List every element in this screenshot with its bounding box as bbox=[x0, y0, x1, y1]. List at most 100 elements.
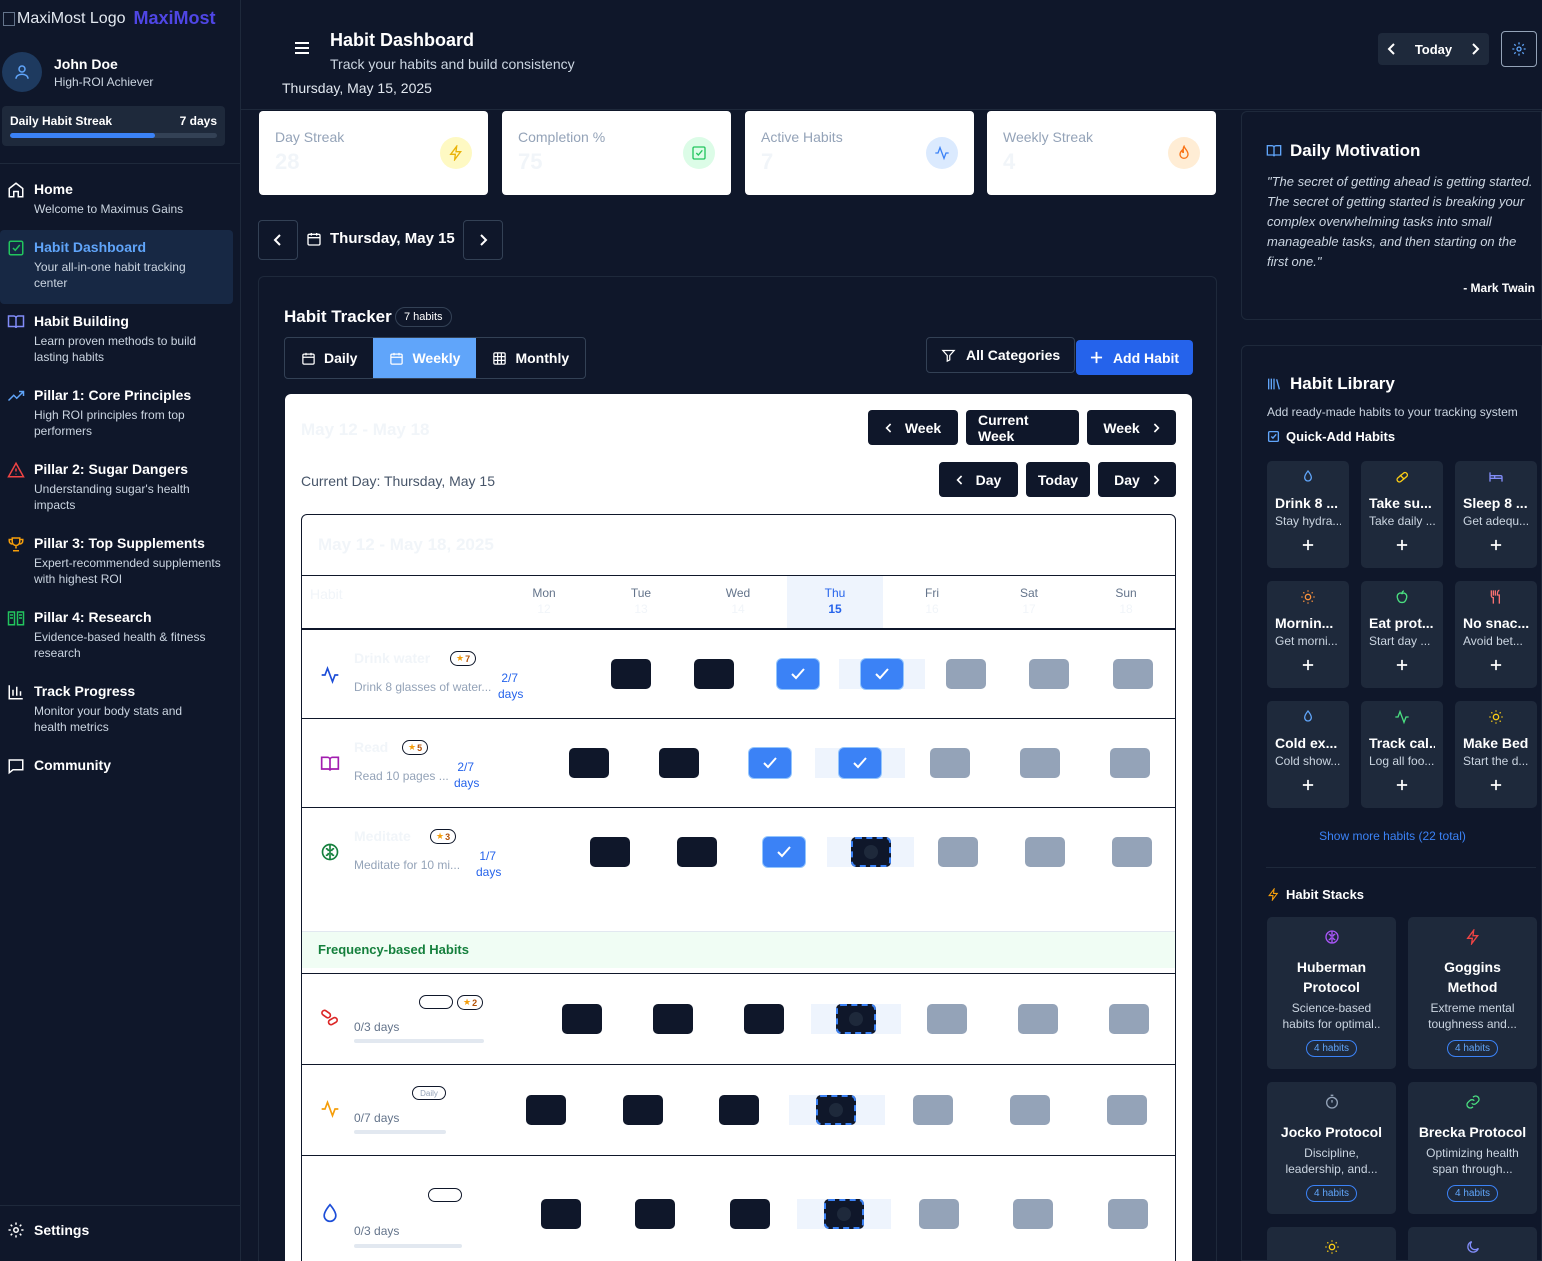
sidebar-item-habit-dashboard[interactable]: Habit Dashboard Your all-in-one habit tr… bbox=[0, 230, 233, 304]
plus-icon[interactable] bbox=[1361, 659, 1443, 671]
plus-icon[interactable] bbox=[1455, 779, 1537, 791]
day-cell-completed[interactable] bbox=[659, 748, 699, 778]
quick-add-habit-card[interactable]: Take su... Take daily ... bbox=[1361, 461, 1443, 568]
pill-icon bbox=[1369, 469, 1435, 487]
next-date-button[interactable] bbox=[463, 220, 503, 260]
category-filter-button[interactable]: All Categories bbox=[926, 337, 1076, 373]
habit-stack-card[interactable] bbox=[1267, 1227, 1396, 1261]
activity-icon bbox=[926, 137, 958, 169]
day-cell-completed[interactable] bbox=[653, 1004, 693, 1034]
quick-add-habit-card[interactable]: Track cal... Log all foo... bbox=[1361, 701, 1443, 808]
day-cell-checked[interactable] bbox=[763, 837, 805, 867]
day-cell-future bbox=[938, 837, 978, 867]
header-date-nav: Today bbox=[1378, 33, 1489, 65]
tab-monthly[interactable]: Monthly bbox=[476, 338, 585, 378]
quick-add-habit-card[interactable]: No snac... Avoid bet... bbox=[1455, 581, 1537, 688]
day-cell-completed[interactable] bbox=[562, 1004, 602, 1034]
day-cell-checked[interactable] bbox=[861, 659, 903, 689]
sidebar-item-habit-building[interactable]: Habit Building Learn proven methods to b… bbox=[0, 304, 233, 378]
day-cell-completed[interactable] bbox=[623, 1095, 663, 1125]
day-cell-checked[interactable] bbox=[839, 748, 881, 778]
quick-add-habit-card[interactable]: Drink 8 ... Stay hydra... bbox=[1267, 461, 1349, 568]
day-cell-completed[interactable] bbox=[569, 748, 609, 778]
day-cell-completed[interactable] bbox=[541, 1199, 581, 1229]
habit-stack-goggins[interactable]: Goggins Method Extreme mental toughness … bbox=[1408, 917, 1537, 1069]
quick-add-habit-card[interactable]: Make Bed Start the d... bbox=[1455, 701, 1537, 808]
nav-title: Pillar 1: Core Principles bbox=[34, 387, 192, 403]
day-cell-completed[interactable] bbox=[694, 659, 734, 689]
check-icon bbox=[791, 668, 805, 680]
show-more-habits-link[interactable]: Show more habits (22 total) bbox=[1242, 829, 1542, 843]
chevron-right-icon[interactable] bbox=[1470, 43, 1480, 55]
sidebar-item-pillar-4[interactable]: Pillar 4: Research Evidence-based health… bbox=[0, 600, 233, 674]
quick-add-title: Eat prot... bbox=[1369, 615, 1434, 631]
nav-title: Home bbox=[34, 181, 73, 197]
habit-stack-huberman[interactable]: Huberman Protocol Science-based habits f… bbox=[1267, 917, 1396, 1069]
quick-add-habit-card[interactable]: Sleep 8 ... Get adequ... bbox=[1455, 461, 1537, 568]
plus-icon[interactable] bbox=[1267, 779, 1349, 791]
plus-icon[interactable] bbox=[1455, 659, 1537, 671]
current-week-button[interactable]: Current Week bbox=[966, 410, 1079, 445]
habit-stack-card[interactable] bbox=[1408, 1227, 1537, 1261]
prev-week-button[interactable]: Week bbox=[868, 410, 958, 445]
avatar bbox=[2, 52, 42, 92]
day-header-mon: Mon 12 bbox=[496, 576, 592, 628]
header-settings-button[interactable] bbox=[1501, 31, 1537, 67]
plus-icon[interactable] bbox=[1361, 539, 1443, 551]
day-cell-completed[interactable] bbox=[730, 1199, 770, 1229]
chevron-left-icon[interactable] bbox=[1387, 43, 1397, 55]
day-cell-today-pending[interactable] bbox=[851, 837, 891, 867]
tab-label: Daily bbox=[324, 350, 358, 366]
habit-stack-brecka[interactable]: Brecka Protocol Optimizing health span t… bbox=[1408, 1082, 1537, 1214]
day-cell-completed[interactable] bbox=[744, 1004, 784, 1034]
current-day-label: Current Day: Thursday, May 15 bbox=[301, 473, 496, 489]
tab-weekly[interactable]: Weekly bbox=[373, 338, 477, 378]
plus-icon[interactable] bbox=[1455, 539, 1537, 551]
quick-add-habit-card[interactable]: Eat prot... Start day ... bbox=[1361, 581, 1443, 688]
day-cell-completed[interactable] bbox=[719, 1095, 759, 1125]
header-today-button[interactable]: Today bbox=[1415, 42, 1452, 57]
day-cell-completed[interactable] bbox=[677, 837, 717, 867]
sidebar-item-track-progress[interactable]: Track Progress Monitor your body stats a… bbox=[0, 674, 233, 748]
next-day-button[interactable]: Day bbox=[1098, 462, 1176, 497]
chevron-left-icon bbox=[273, 234, 281, 246]
plus-icon[interactable] bbox=[1267, 659, 1349, 671]
day-cell-today-pending[interactable] bbox=[824, 1199, 864, 1229]
day-cell-today-pending[interactable] bbox=[816, 1095, 856, 1125]
day-cell-completed[interactable] bbox=[526, 1095, 566, 1125]
sidebar-item-community[interactable]: Community bbox=[0, 748, 233, 806]
freq-habit-row: ★ 2 0/3 days bbox=[302, 974, 1175, 1064]
plus-icon[interactable] bbox=[1361, 779, 1443, 791]
day-cell-checked[interactable] bbox=[777, 659, 819, 689]
prev-date-button[interactable] bbox=[258, 220, 298, 260]
book-open-icon bbox=[320, 756, 340, 771]
quick-add-habit-card[interactable]: Cold ex... Cold show... bbox=[1267, 701, 1349, 808]
day-cell-checked[interactable] bbox=[749, 748, 791, 778]
day-cell-completed[interactable] bbox=[635, 1199, 675, 1229]
sidebar-item-pillar-1[interactable]: Pillar 1: Core Principles High ROI princ… bbox=[0, 378, 233, 452]
settings-link[interactable]: Settings bbox=[7, 1221, 89, 1239]
today-button[interactable]: Today bbox=[1026, 462, 1090, 497]
logo-row[interactable]: MaxiMost Logo MaxiMost bbox=[3, 8, 216, 29]
habit-stack-jocko[interactable]: Jocko Protocol Discipline, leadership, a… bbox=[1267, 1082, 1396, 1214]
sidebar-item-home[interactable]: Home Welcome to Maximus Gains bbox=[0, 172, 233, 230]
day-cell-completed[interactable] bbox=[611, 659, 651, 689]
nav-subtitle: Learn proven methods to build lasting ha… bbox=[34, 334, 197, 364]
user-profile[interactable]: John Doe High-ROI Achiever bbox=[2, 52, 153, 92]
tab-daily[interactable]: Daily bbox=[285, 338, 373, 378]
check-icon bbox=[763, 757, 777, 769]
freq-count: 0/3 days bbox=[354, 1224, 400, 1238]
day-cell-completed[interactable] bbox=[590, 837, 630, 867]
menu-icon[interactable] bbox=[295, 42, 309, 54]
quick-add-habit-card[interactable]: Mornin... Get morni... bbox=[1267, 581, 1349, 688]
quick-add-description: Take daily ... bbox=[1369, 514, 1435, 528]
day-cell-today-pending[interactable] bbox=[836, 1004, 876, 1034]
sidebar-item-pillar-3[interactable]: Pillar 3: Top Supplements Expert-recomme… bbox=[0, 526, 233, 600]
sidebar-item-pillar-2[interactable]: Pillar 2: Sugar Dangers Understanding su… bbox=[0, 452, 233, 526]
star-icon: ★ bbox=[463, 997, 472, 1007]
add-habit-button[interactable]: Add Habit bbox=[1076, 340, 1193, 375]
next-week-button[interactable]: Week bbox=[1087, 410, 1176, 445]
prev-day-button[interactable]: Day bbox=[939, 462, 1018, 497]
plus-icon[interactable] bbox=[1267, 539, 1349, 551]
habit-name: Read bbox=[354, 739, 389, 755]
